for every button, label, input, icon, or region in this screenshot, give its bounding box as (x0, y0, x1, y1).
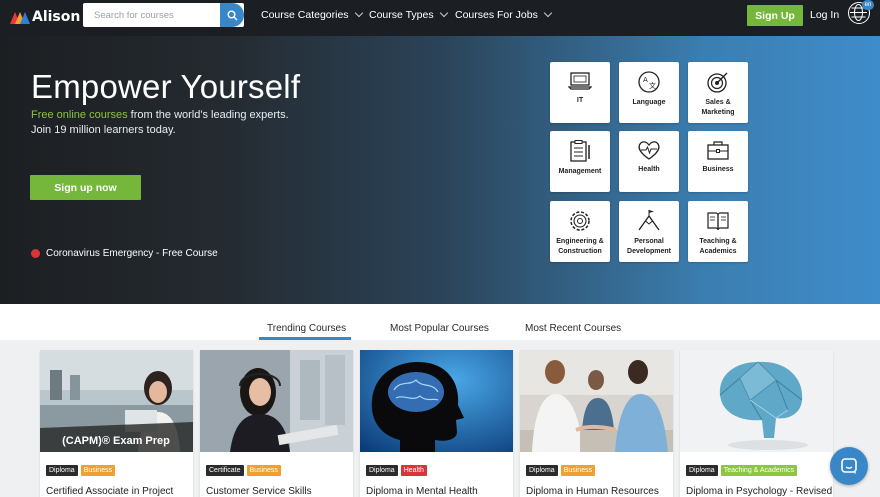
menu-courses-for-jobs[interactable]: Courses For Jobs (455, 8, 553, 21)
course-thumbnail (200, 350, 353, 452)
heart-pulse-icon (638, 141, 660, 160)
category-management[interactable]: Management (550, 131, 610, 192)
menu-label: Courses For Jobs (455, 9, 538, 21)
course-title: Customer Service Skills (206, 486, 312, 497)
category-label: IT (576, 97, 584, 104)
menu-course-categories[interactable]: Course Categories (261, 8, 363, 21)
tab-trending[interactable]: Trending Courses (267, 323, 346, 334)
target-icon (707, 72, 728, 93)
logo-mark-icon (10, 10, 30, 24)
language-icon: A 文 (638, 71, 660, 93)
search-button[interactable] (220, 3, 244, 27)
tag-type: Diploma (46, 465, 78, 476)
gears-icon (570, 211, 590, 231)
menu-label: Course Categories (261, 9, 349, 21)
tag-category: Business (80, 465, 116, 476)
menu-course-types[interactable]: Course Types (369, 8, 448, 21)
menu-label: Course Types (369, 9, 434, 21)
category-label: Management (558, 168, 602, 175)
tab-most-recent[interactable]: Most Recent Courses (525, 323, 621, 334)
course-list: (CAPM)® Exam Prep Diploma Business Certi… (0, 340, 880, 497)
category-label: Health (638, 166, 660, 173)
course-thumb-overlay: (CAPM)® Exam Prep (62, 435, 170, 447)
tag-category: Business (246, 465, 281, 476)
course-card[interactable]: (CAPM)® Exam Prep Diploma Business Certi… (40, 350, 193, 497)
briefcase-icon (707, 141, 729, 160)
emergency-course-link[interactable]: Coronavirus Emergency - Free Course (31, 248, 218, 259)
course-title: Diploma in Mental Health (366, 486, 478, 497)
category-label: Business (702, 166, 734, 173)
tab-most-popular[interactable]: Most Popular Courses (390, 323, 489, 334)
course-tags: Diploma Business (526, 465, 596, 476)
login-link[interactable]: Log In (810, 9, 839, 21)
hero-subtitle: Free online courses from the world's lea… (31, 108, 289, 138)
tag-type: Diploma (526, 465, 558, 476)
svg-text:A: A (643, 76, 648, 84)
course-title: Diploma in Psychology - Revised (686, 486, 833, 497)
signup-button[interactable]: Sign Up (747, 5, 803, 26)
top-nav: Alison Course Categories Course Types Co… (0, 0, 880, 36)
tag-category: Health (400, 465, 427, 476)
course-title: Diploma in Human Resources (526, 486, 659, 497)
mountain-flag-icon (638, 210, 660, 231)
search-input[interactable] (83, 3, 221, 27)
category-language[interactable]: A 文 Language (619, 62, 679, 123)
hero-signup-button[interactable]: Sign up now (30, 175, 141, 200)
search-icon (227, 10, 237, 20)
category-business[interactable]: Business (688, 131, 748, 192)
course-tags: Diploma Teaching & Academics (686, 465, 798, 476)
logo-text: Alison (32, 9, 81, 25)
course-thumbnail: (CAPM)® Exam Prep (40, 350, 193, 452)
chat-widget-button[interactable] (830, 447, 868, 485)
book-icon (707, 212, 729, 231)
hero-sub-rest: from the world's leading experts. (127, 109, 289, 121)
svg-text:文: 文 (649, 81, 656, 90)
hero-banner: Empower Yourself Free online courses fro… (0, 36, 880, 304)
clipboard-icon (570, 140, 590, 162)
tag-category: Business (560, 465, 596, 476)
category-label: Teaching & Academics (699, 238, 737, 255)
category-label: Engineering & Construction (556, 238, 604, 255)
category-label: Sales & Marketing (701, 99, 735, 116)
course-card[interactable]: Diploma Teaching & Academics Diploma in … (680, 350, 833, 497)
course-title: Certified Associate in Project (46, 486, 174, 497)
category-health[interactable]: Health (619, 131, 679, 192)
language-badge: en (862, 0, 874, 10)
tag-type: Diploma (366, 465, 398, 476)
course-thumbnail (360, 350, 513, 452)
hero-sub-line2: Join 19 million learners today. (31, 124, 176, 136)
hero-title: Empower Yourself (31, 68, 301, 105)
chevron-down-icon (439, 8, 448, 18)
course-card[interactable]: Diploma Business Diploma in Human Resour… (520, 350, 673, 497)
emergency-label: Coronavirus Emergency - Free Course (46, 248, 218, 259)
chevron-down-icon (354, 8, 363, 18)
tag-type: Diploma (686, 465, 718, 476)
category-teaching-academics[interactable]: Teaching & Academics (688, 201, 748, 262)
course-tags: Diploma Business (46, 465, 116, 476)
hero-sub-highlight: Free online courses (31, 109, 128, 121)
course-tabs: Trending Courses Most Popular Courses Mo… (0, 304, 880, 340)
category-label: Personal Development (627, 238, 671, 255)
tag-type: Certificate (206, 465, 244, 476)
laptop-icon (568, 72, 592, 90)
search-box (83, 3, 244, 27)
chevron-down-icon (543, 8, 553, 18)
course-card[interactable]: Certificate Business Customer Service Sk… (200, 350, 353, 497)
red-dot-icon (31, 249, 40, 258)
category-it[interactable]: IT (550, 62, 610, 123)
course-thumbnail (680, 350, 833, 452)
category-sales-marketing[interactable]: Sales & Marketing (688, 62, 748, 123)
course-thumbnail (520, 350, 673, 452)
category-personal-development[interactable]: Personal Development (619, 201, 679, 262)
course-tags: Diploma Health (366, 465, 427, 476)
category-engineering-construction[interactable]: Engineering & Construction (550, 201, 610, 262)
course-tags: Certificate Business (206, 465, 281, 476)
chat-icon (841, 458, 857, 474)
course-card[interactable]: Diploma Health Diploma in Mental Health (360, 350, 513, 497)
tag-category: Teaching & Academics (720, 465, 798, 476)
alison-logo[interactable]: Alison (10, 9, 80, 25)
category-label: Language (632, 99, 666, 106)
